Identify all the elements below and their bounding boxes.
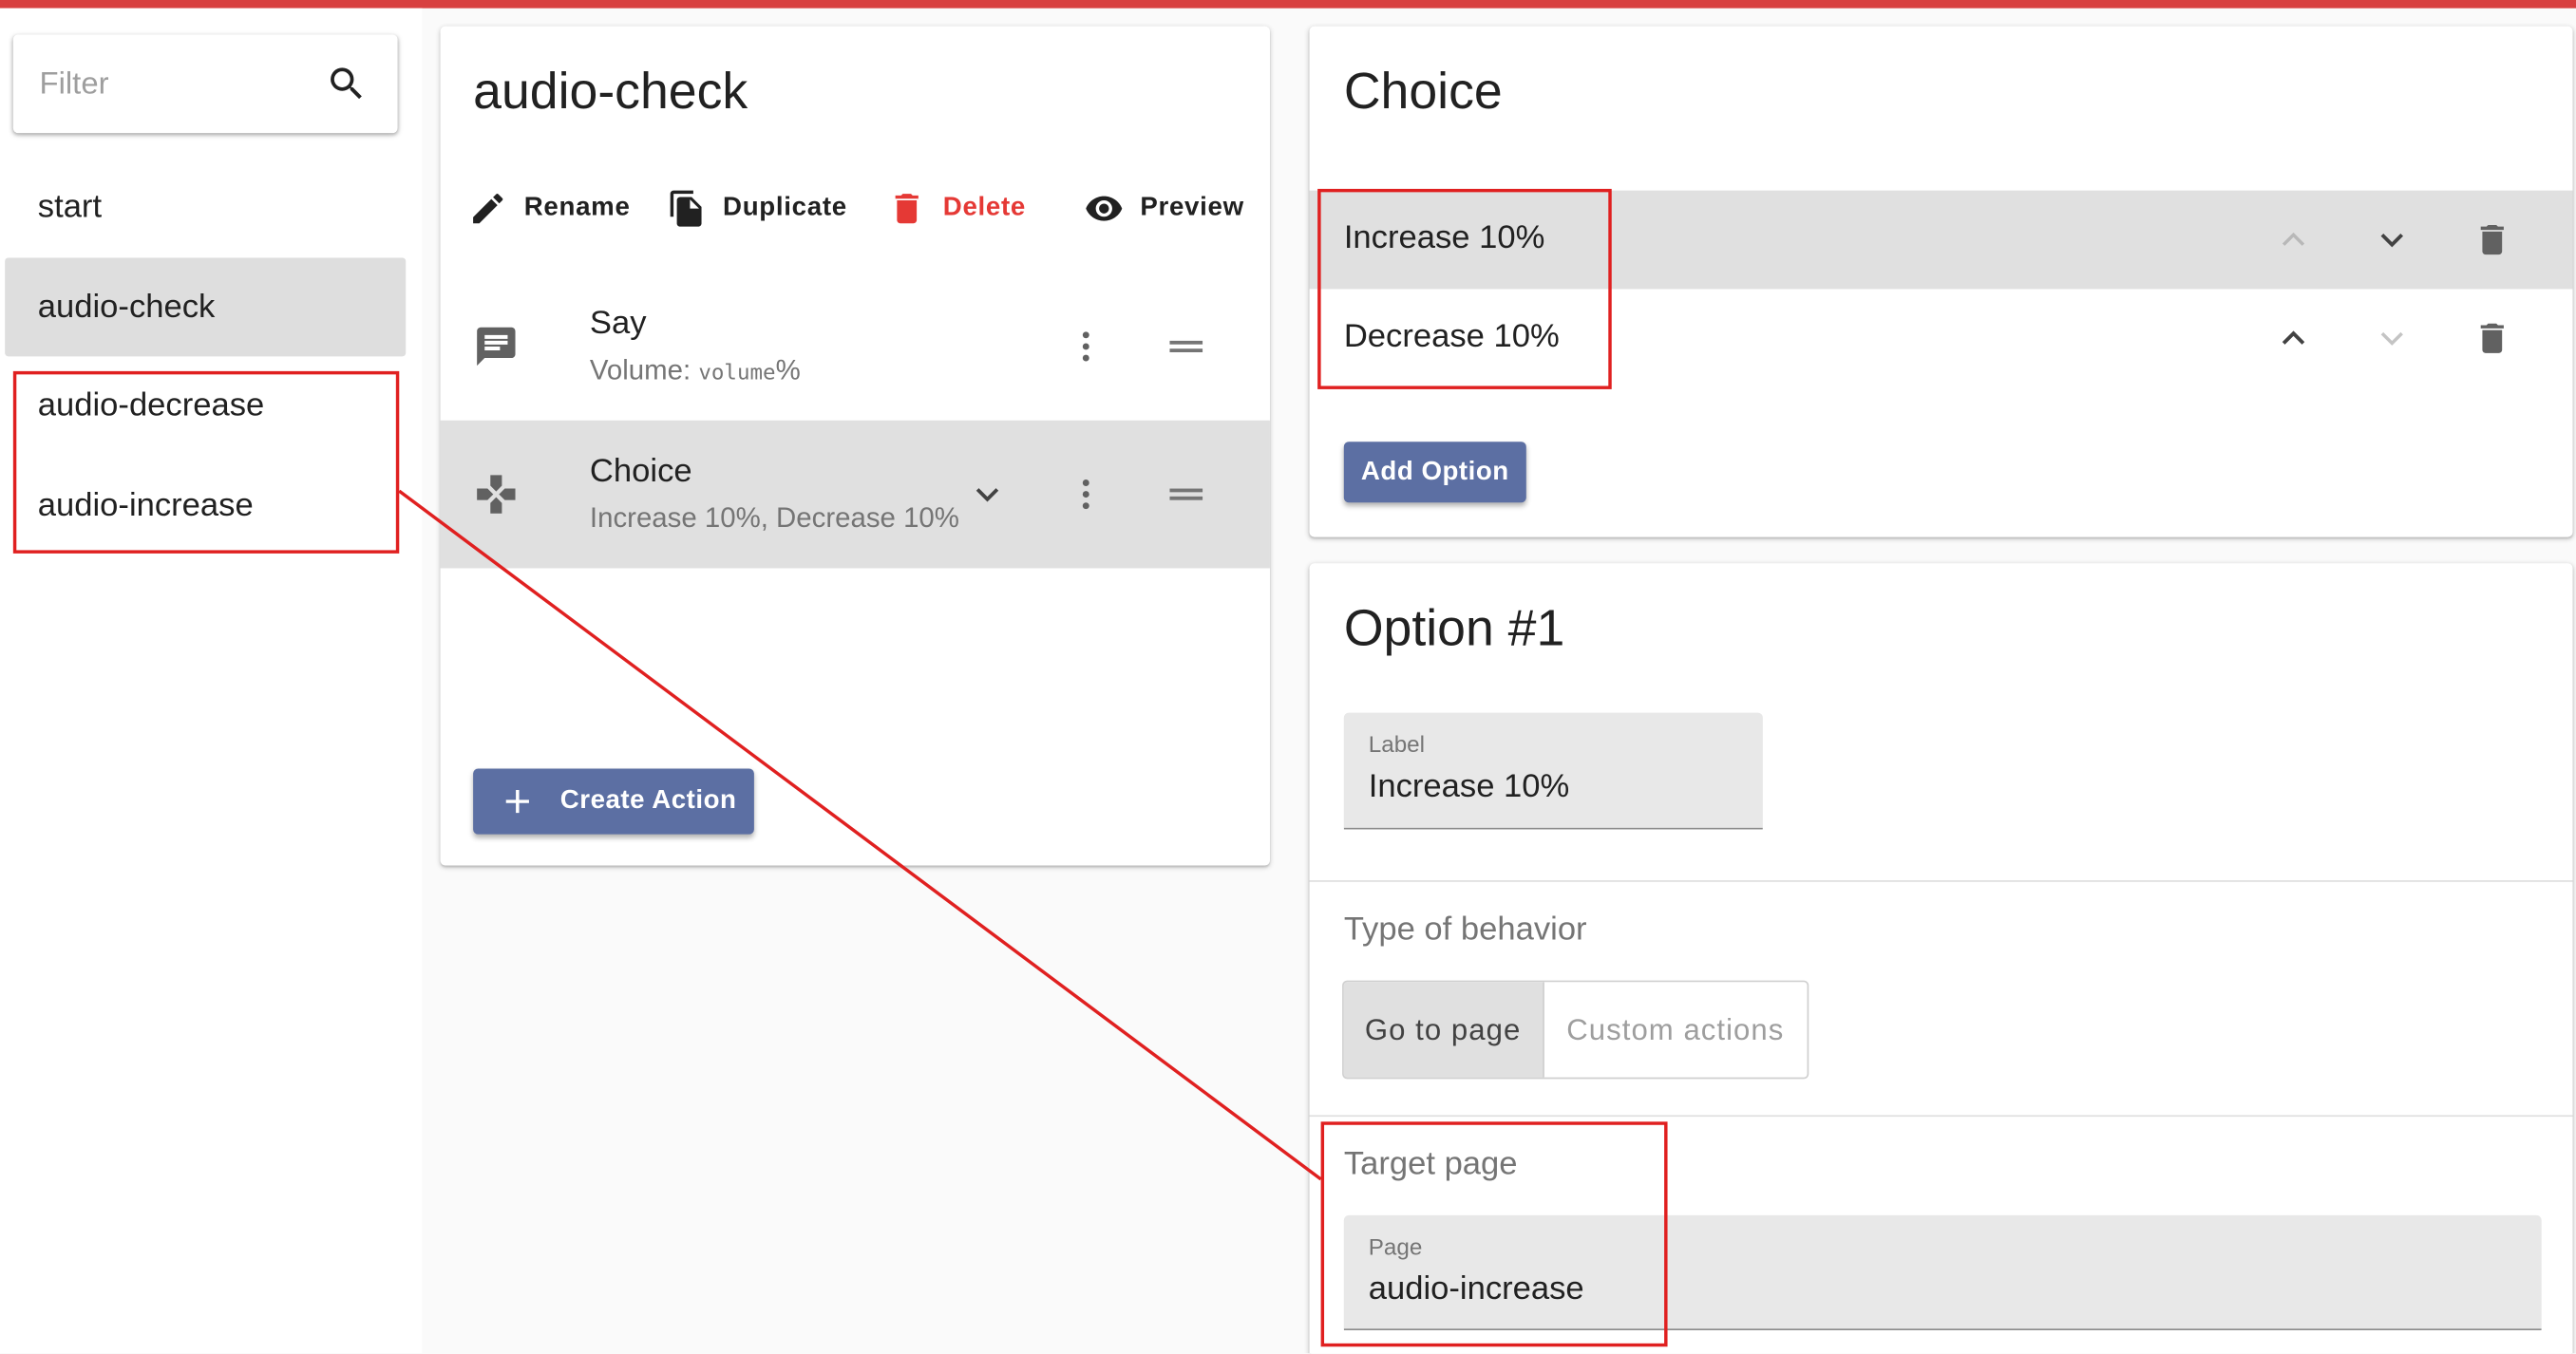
page-editor-card: audio-check Rename Duplicate Delete Prev…: [440, 26, 1270, 866]
filter-input[interactable]: [36, 64, 306, 107]
chevron-down-icon[interactable]: [2373, 220, 2413, 260]
action-title: Choice: [589, 453, 692, 490]
more-vert-icon[interactable]: [1067, 327, 1107, 367]
search-icon[interactable]: [325, 63, 368, 105]
app-window: start audio-check audio-decrease audio-i…: [0, 0, 2576, 1354]
annotation-box-page-list: [12, 370, 400, 554]
trash-icon[interactable]: [2472, 319, 2512, 359]
copy-icon: [670, 190, 702, 227]
label-field-label: Label: [1368, 730, 1426, 758]
chevron-down-icon: [2380, 331, 2403, 346]
page-list-panel: start audio-check audio-decrease audio-i…: [0, 8, 423, 1354]
subtitle-prefix: Volume:: [589, 354, 699, 386]
option-title: Option #1: [1343, 599, 1565, 657]
go-to-page-toggle[interactable]: Go to page: [1343, 982, 1544, 1078]
annotation-box-target-page: [1320, 1121, 1668, 1347]
annotation-box-options: [1317, 188, 1612, 389]
drag-handle-icon[interactable]: [1165, 327, 1207, 367]
pencil-icon: [473, 194, 503, 224]
preview-label: Preview: [1140, 194, 1244, 222]
gamepad-icon: [477, 475, 516, 514]
duplicate-label: Duplicate: [723, 194, 847, 222]
filter-box: [12, 34, 398, 134]
create-action-button[interactable]: Create Action: [473, 768, 754, 835]
delete-label: Delete: [942, 194, 1027, 222]
more-vert-icon[interactable]: [1067, 475, 1107, 515]
chevron-up-icon: [2282, 232, 2305, 246]
eye-icon: [1086, 196, 1123, 221]
label-field-value: Increase 10%: [1368, 768, 1570, 805]
rename-button[interactable]: Rename: [468, 184, 631, 234]
subtitle-code: volume: [698, 361, 776, 386]
page-title: audio-check: [473, 62, 748, 121]
drag-handle-icon[interactable]: [1165, 475, 1207, 515]
subtitle-suffix: %: [775, 354, 801, 386]
chevron-up-icon[interactable]: [2274, 319, 2314, 359]
action-row-say[interactable]: Say Volume: volume%: [441, 273, 1270, 421]
plus-icon: [505, 789, 529, 814]
message-icon: [477, 327, 516, 367]
behavior-toggle-group: Go to page Custom actions: [1342, 980, 1809, 1080]
top-bar: [0, 0, 2576, 9]
behavior-type-label: Type of behavior: [1343, 911, 1587, 948]
label-field[interactable]: Label Increase 10%: [1343, 712, 1763, 830]
preview-button[interactable]: Preview: [1085, 184, 1244, 234]
add-option-button[interactable]: Add Option: [1343, 442, 1526, 503]
action-row-choice[interactable]: Choice Increase 10%, Decrease 10%: [440, 420, 1270, 569]
action-title: Say: [589, 305, 647, 342]
create-action-label: Create Action: [559, 786, 737, 815]
delete-button[interactable]: Delete: [887, 184, 1026, 234]
trash-icon[interactable]: [2472, 220, 2512, 260]
action-subtitle: Volume: volume%: [590, 355, 801, 388]
choice-title: Choice: [1343, 62, 1503, 121]
custom-actions-toggle[interactable]: Custom actions: [1544, 982, 1807, 1077]
divider: [1309, 1115, 2573, 1118]
action-subtitle: Increase 10%, Decrease 10%: [589, 502, 959, 535]
page-item-audio-check[interactable]: audio-check: [5, 257, 407, 357]
duplicate-button[interactable]: Duplicate: [667, 184, 847, 234]
chevron-down-icon[interactable]: [968, 475, 1008, 515]
trash-icon: [895, 194, 919, 224]
rename-label: Rename: [523, 194, 631, 222]
divider: [1309, 880, 2573, 882]
page-item-start[interactable]: start: [5, 158, 406, 256]
